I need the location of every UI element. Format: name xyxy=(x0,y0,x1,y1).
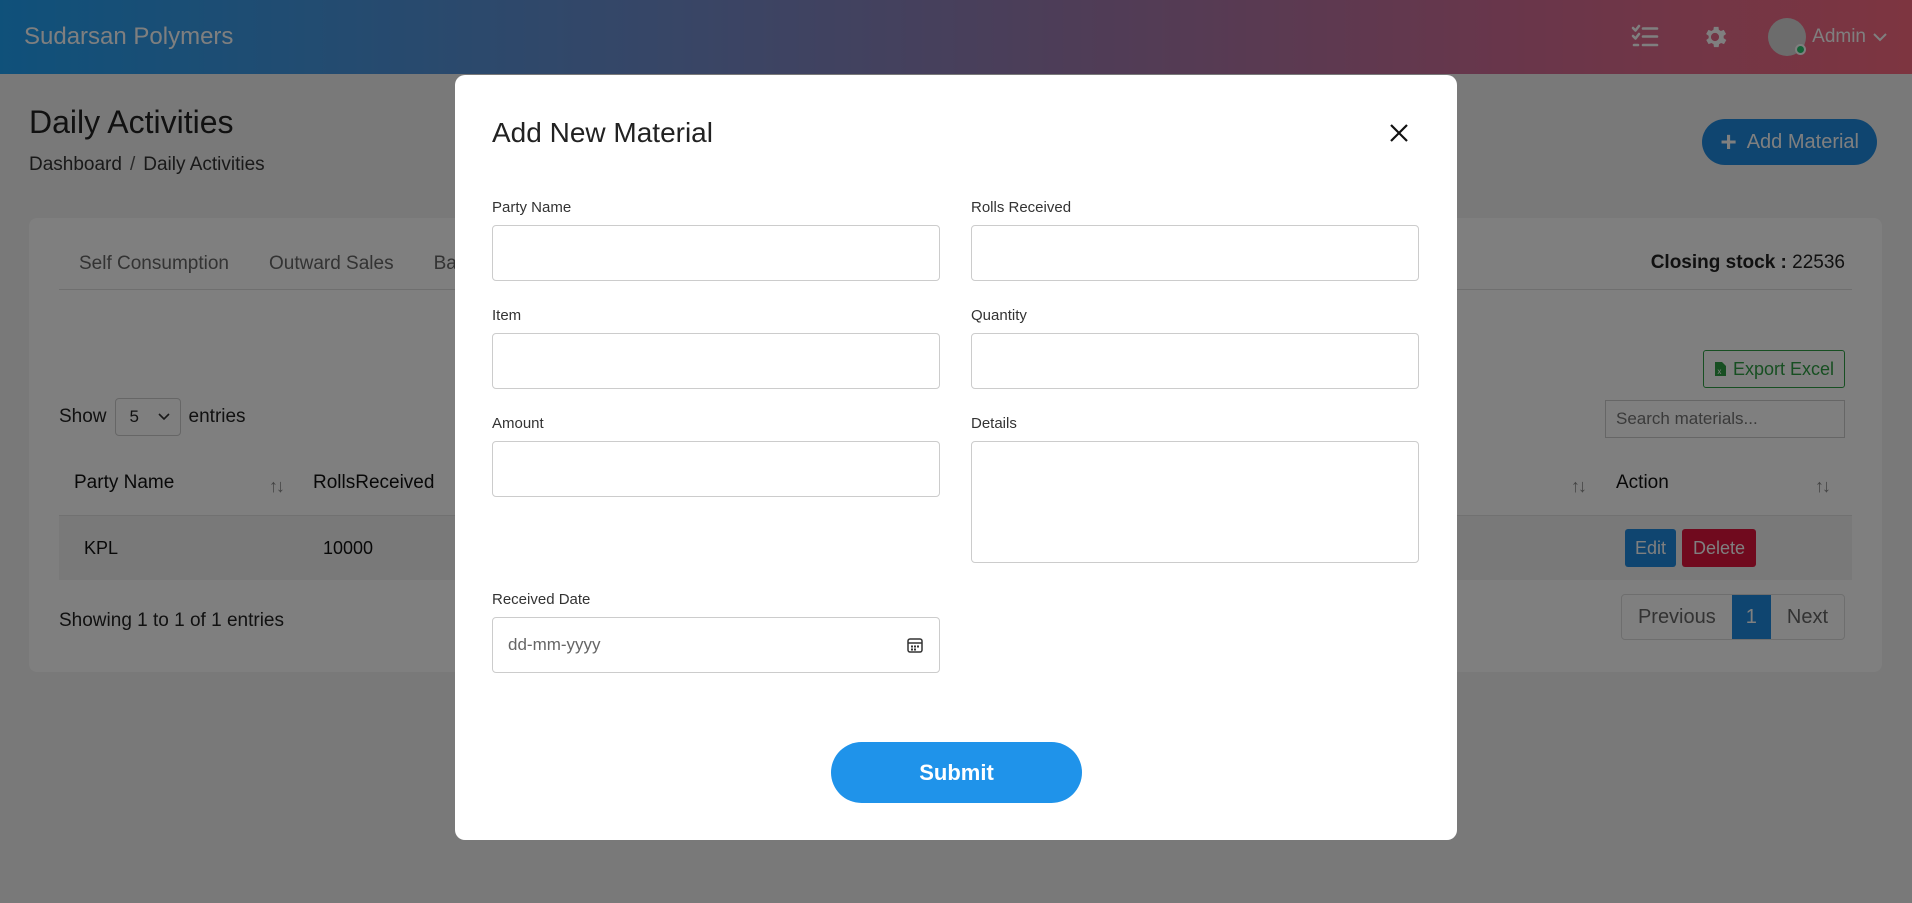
quantity-input[interactable] xyxy=(971,333,1419,389)
submit-button[interactable]: Submit xyxy=(831,742,1082,803)
date-placeholder: dd-mm-yyyy xyxy=(508,635,601,654)
details-label: Details xyxy=(971,415,1017,432)
quantity-label: Quantity xyxy=(971,307,1027,324)
amount-label: Amount xyxy=(492,415,544,432)
rolls-received-label: Rolls Received xyxy=(971,199,1072,216)
item-label: Item xyxy=(492,307,522,324)
item-input[interactable] xyxy=(492,333,940,389)
calendar-icon[interactable] xyxy=(906,636,924,654)
add-material-modal: Add New Material Party Name Rolls Receiv… xyxy=(455,75,1457,840)
received-date-label: Received Date xyxy=(492,591,591,608)
close-icon[interactable] xyxy=(1383,117,1415,149)
party-name-input[interactable] xyxy=(492,225,940,281)
modal-title: Add New Material xyxy=(492,117,713,148)
amount-input[interactable] xyxy=(492,441,940,497)
party-name-label: Party Name xyxy=(492,199,572,216)
rolls-received-input[interactable] xyxy=(971,225,1419,281)
received-date-input[interactable]: dd-mm-yyyy xyxy=(492,617,940,673)
details-textarea[interactable] xyxy=(971,441,1419,563)
